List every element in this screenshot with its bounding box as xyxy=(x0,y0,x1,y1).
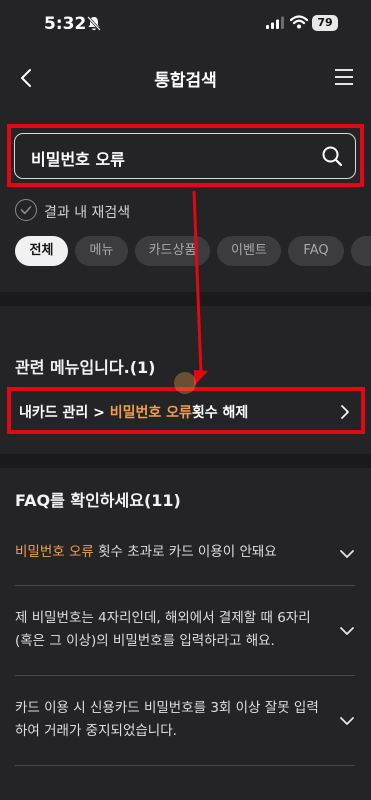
chevron-down-icon[interactable] xyxy=(339,626,355,636)
search-highlight-box xyxy=(7,124,364,187)
menu-path-prefix: 내카드 관리 > xyxy=(19,405,110,421)
wifi-icon xyxy=(290,15,308,29)
chip-all[interactable]: 전체 xyxy=(15,236,68,266)
chevron-down-icon[interactable] xyxy=(339,549,355,559)
faq-keyword-highlight: 비밀번호 오류 xyxy=(15,544,94,560)
faq-section-title: FAQ를 확인하세요(11) xyxy=(15,491,181,510)
menu-path-suffix: 횟수 해제 xyxy=(191,405,249,421)
battery-indicator: 79 xyxy=(312,15,338,31)
faq-question-text: 제 비밀번호는 4자리인데, 해외에서 결제할 때 6자리(혹은 그 이상)의 … xyxy=(15,610,311,649)
faq-item[interactable]: 제 비밀번호는 4자리인데, 해외에서 결제할 때 6자리(혹은 그 이상)의 … xyxy=(15,586,355,676)
related-menu-title: 관련 메뉴입니다.(1) xyxy=(15,358,156,377)
menu-keyword-highlight: 비밀번호 오류 xyxy=(109,405,192,421)
app-header: 통합검색 xyxy=(0,46,371,110)
research-label: 결과 내 재검색 xyxy=(44,205,131,221)
menu-result-label: 내카드 관리 > 비밀번호 오류횟수 해제 xyxy=(19,402,248,422)
page-title: 통합검색 xyxy=(154,71,217,91)
chip-more-partial[interactable] xyxy=(351,236,371,266)
bell-muted-icon xyxy=(87,16,101,31)
status-time: 5:32 xyxy=(44,14,87,34)
chevron-down-icon[interactable] xyxy=(339,716,355,726)
category-chips: 전체 메뉴 카드상품 이벤트 FAQ xyxy=(15,236,371,266)
section-divider xyxy=(0,292,371,306)
faq-question-text: 카드 이용 시 신용카드 비밀번호를 3회 이상 잘못 입력하여 거래가 중지되… xyxy=(15,700,319,739)
chip-menu[interactable]: 메뉴 xyxy=(75,236,128,266)
status-bar: 5:32 79 xyxy=(0,0,371,46)
faq-question-text: 횟수 초과로 카드 이용이 안돼요 xyxy=(93,544,277,560)
faq-item[interactable]: 카드 이용 시 신용카드 비밀번호를 3회 이상 잘못 입력하여 거래가 중지되… xyxy=(15,676,355,766)
faq-item[interactable]: 비밀번호 오류 횟수 초과로 카드 이용이 안돼요 xyxy=(15,523,355,586)
faq-question: 비밀번호 오류 횟수 초과로 카드 이용이 안돼요 xyxy=(15,541,320,564)
chip-events[interactable]: 이벤트 xyxy=(217,236,281,266)
checkmark-icon xyxy=(20,205,31,214)
section-divider-2 xyxy=(0,454,371,468)
chevron-right-icon xyxy=(341,405,349,419)
chip-faq[interactable]: FAQ xyxy=(288,236,344,266)
screen: 5:32 79 통합검색 비밀번호 오류 결과 내 재검색 전체 메뉴 카드상품… xyxy=(0,0,371,800)
hamburger-menu-icon[interactable] xyxy=(334,68,354,86)
checkbox-circle xyxy=(15,199,37,221)
menu-result-password-error-reset[interactable]: 내카드 관리 > 비밀번호 오류횟수 해제 xyxy=(7,387,365,434)
signal-icon xyxy=(266,16,284,29)
chip-card-products[interactable]: 카드상품 xyxy=(135,236,210,266)
